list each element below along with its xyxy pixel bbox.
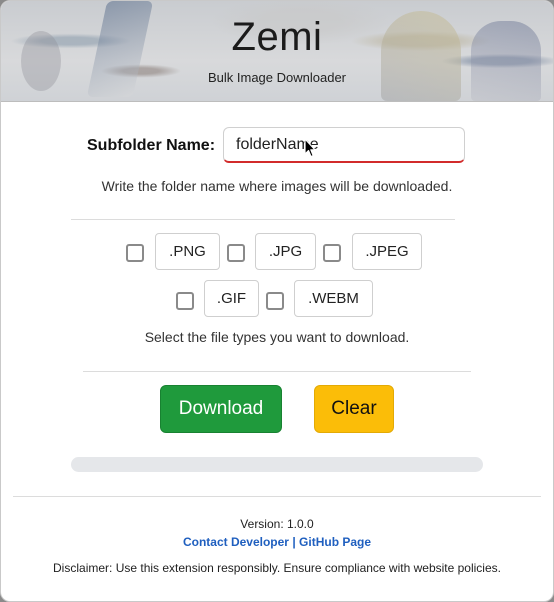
download-button[interactable]: Download [160,385,282,433]
footer-divider [13,496,541,497]
jpg-option[interactable]: .JPG [255,233,316,270]
png-checkbox[interactable] [126,244,144,262]
png-option[interactable]: .PNG [155,233,220,270]
disclaimer-text: Disclaimer: Use this extension responsib… [53,561,501,575]
webm-checkbox[interactable] [266,292,284,310]
subfolder-input[interactable] [223,127,465,163]
download-progress-bar [71,457,483,472]
jpeg-checkbox[interactable] [323,244,341,262]
gif-checkbox[interactable] [176,292,194,310]
gif-option[interactable]: .GIF [204,280,259,317]
jpeg-option[interactable]: .JPEG [352,233,422,270]
app-title: Zemi [231,15,323,59]
subfolder-label: Subfolder Name: [87,137,216,154]
app-subtitle: Bulk Image Downloader [207,70,347,85]
mouse-pointer-icon [304,138,316,158]
subfolder-hint: Write the folder name where images will … [101,178,453,194]
popup-window: Zemi Bulk Image Downloader Subfolder Nam… [0,0,554,602]
contact-developer-link[interactable]: Contact Developer [183,535,289,549]
section-divider [83,371,471,372]
footer-links: Contact Developer | GitHub Page [1,535,553,549]
file-types-hint: Select the file types you want to downlo… [144,329,410,345]
version-text: Version: 1.0.0 [240,517,314,531]
section-divider [71,219,455,220]
clear-button[interactable]: Clear [314,385,394,433]
webm-option[interactable]: .WEBM [294,280,373,317]
header-banner: Zemi Bulk Image Downloader [1,1,553,102]
github-page-link[interactable]: GitHub Page [299,535,371,549]
jpg-checkbox[interactable] [227,244,245,262]
